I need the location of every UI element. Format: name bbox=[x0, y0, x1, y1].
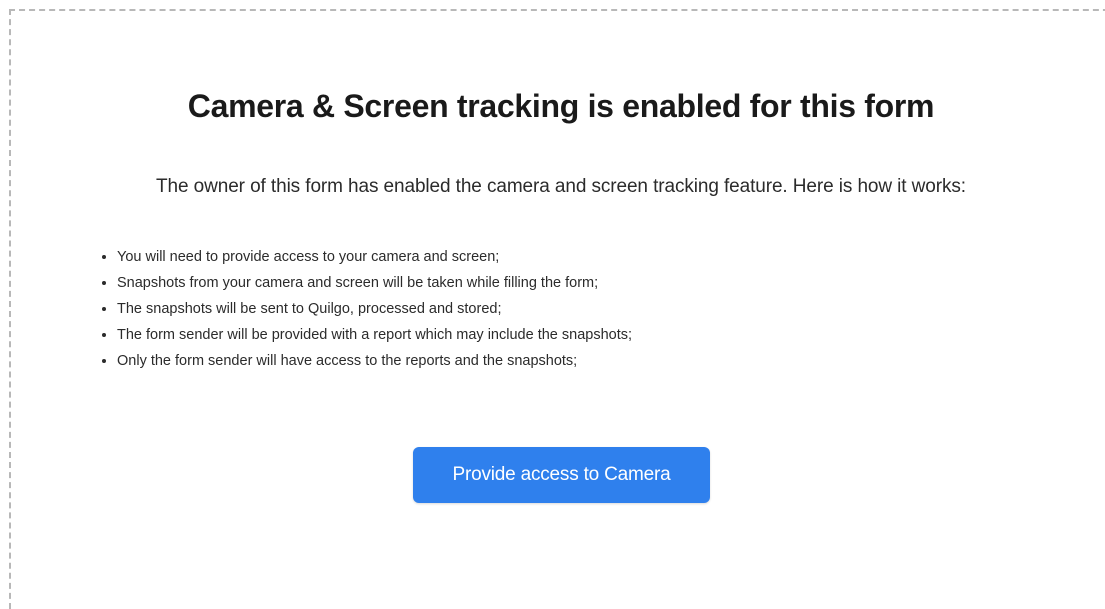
provide-camera-access-button[interactable]: Provide access to Camera bbox=[413, 447, 710, 503]
list-item: The snapshots will be sent to Quilgo, pr… bbox=[117, 296, 632, 322]
list-item: You will need to provide access to your … bbox=[117, 244, 632, 270]
how-it-works-list: You will need to provide access to your … bbox=[100, 244, 632, 374]
list-item: Snapshots from your camera and screen wi… bbox=[117, 270, 632, 296]
list-item: Only the form sender will have access to… bbox=[117, 348, 632, 374]
intro-text: The owner of this form has enabled the c… bbox=[156, 176, 966, 197]
page-title: Camera & Screen tracking is enabled for … bbox=[187, 88, 935, 124]
list-item: The form sender will be provided with a … bbox=[117, 322, 632, 348]
